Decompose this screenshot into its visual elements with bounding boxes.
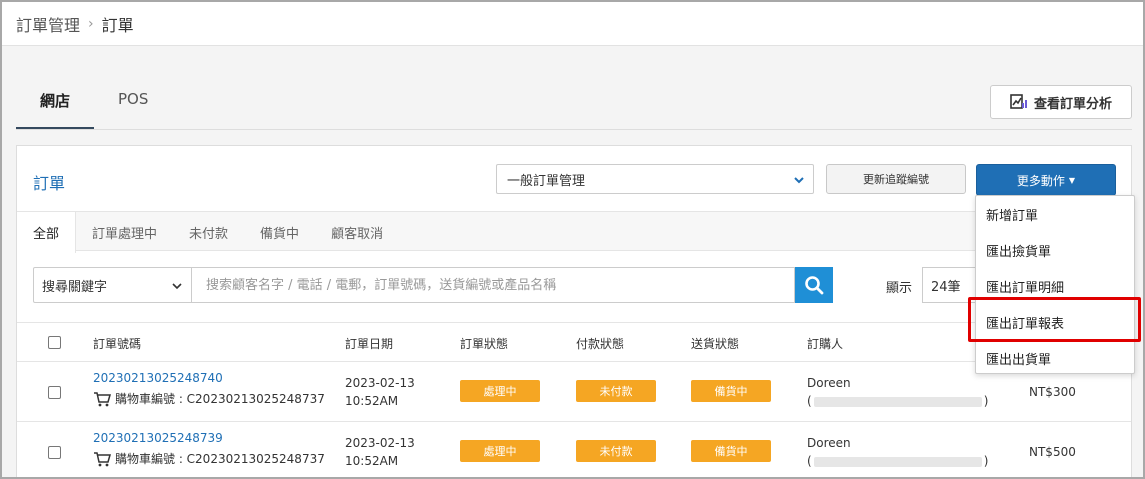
- orders-panel: 訂單 一般訂單管理 更新追蹤編號 更多動作 ▼ 全部 訂單處理中 未付款 備貨中…: [16, 145, 1132, 477]
- header-order-status: 訂單狀態: [460, 337, 509, 351]
- customer-name: Doreen: [807, 376, 851, 390]
- breadcrumb-separator-icon: ›: [88, 15, 94, 32]
- order-date-time: 10:52AM: [345, 454, 399, 468]
- tabs-divider: [16, 129, 1132, 130]
- menu-item-export-shipping-list[interactable]: 匯出出貨單: [976, 340, 1134, 376]
- view-order-analysis-label: 查看訂單分析: [1033, 96, 1112, 112]
- order-status-badge: 處理中: [460, 380, 540, 402]
- tab-unpaid[interactable]: 未付款: [173, 212, 244, 252]
- payment-status-badge: 未付款: [576, 440, 656, 462]
- paren-open: (: [807, 454, 812, 468]
- header-order-date: 訂單日期: [345, 337, 394, 351]
- paren-close: ): [983, 394, 989, 408]
- shipping-status-badge: 備貨中: [691, 440, 771, 462]
- breadcrumb-current: 訂單: [101, 15, 134, 35]
- payment-status-badge: 未付款: [576, 380, 656, 402]
- search-type-select[interactable]: 搜尋關鍵字: [33, 267, 192, 303]
- order-date: 2023-02-13 10:52AM: [345, 374, 415, 410]
- order-amount: NT$500: [1029, 445, 1076, 459]
- breadcrumb-parent[interactable]: 訂單管理: [16, 12, 80, 36]
- customer-cell: Doreen (): [807, 374, 988, 410]
- table-row: 20230213025248739 購物車編號 : C2023021302524…: [17, 422, 1131, 477]
- row-checkbox[interactable]: [48, 386, 61, 399]
- order-amount: NT$300: [1029, 385, 1076, 399]
- paren-open: (: [807, 394, 812, 408]
- redacted-contact: [813, 396, 982, 407]
- app-frame: 訂單管理 › 訂單 網店 POS 查看訂單分析 訂單 一般訂單管理 更新追蹤編號…: [0, 0, 1145, 479]
- menu-item-export-order-report[interactable]: 匯出訂單報表: [976, 304, 1134, 340]
- order-mode-select[interactable]: 一般訂單管理: [496, 164, 814, 194]
- channel-tabs: 網店 POS: [16, 82, 172, 130]
- more-actions-label: 更多動作: [1016, 173, 1065, 188]
- header-shipping-status: 送貨狀態: [691, 337, 740, 351]
- cart-number: 購物車編號 : C20230213025248737: [93, 450, 325, 467]
- chart-icon: [1010, 94, 1027, 109]
- order-date-day: 2023-02-13: [345, 436, 415, 450]
- tab-online-store[interactable]: 網店: [16, 82, 95, 130]
- order-number-link[interactable]: 20230213025248740: [93, 371, 223, 385]
- order-date-day: 2023-02-13: [345, 376, 415, 390]
- status-tabs: 全部 訂單處理中 未付款 備貨中 顧客取消: [17, 211, 1131, 253]
- cart-number-text: 購物車編號 : C20230213025248737: [115, 452, 325, 466]
- cart-icon: [94, 391, 111, 406]
- more-actions-button[interactable]: 更多動作 ▼: [976, 164, 1116, 196]
- order-date-time: 10:52AM: [345, 394, 399, 408]
- update-tracking-button[interactable]: 更新追蹤編號: [826, 164, 966, 194]
- table-header: 訂單號碼 訂單日期 訂單狀態 付款狀態 送貨狀態 訂購人: [17, 322, 1131, 362]
- search-button[interactable]: [795, 267, 833, 303]
- paren-close: ): [983, 454, 989, 468]
- order-number-link[interactable]: 20230213025248739: [93, 431, 223, 445]
- customer-contact: (): [807, 392, 988, 410]
- menu-item-new-order[interactable]: 新增訂單: [976, 196, 1134, 232]
- customer-name: Doreen: [807, 436, 851, 450]
- tab-all[interactable]: 全部: [17, 212, 77, 253]
- row-checkbox[interactable]: [48, 446, 61, 459]
- redacted-contact: [813, 456, 982, 467]
- search-type-value: 搜尋關鍵字: [42, 279, 108, 295]
- view-order-analysis-button[interactable]: 查看訂單分析: [990, 85, 1132, 119]
- search-icon: [805, 276, 824, 295]
- select-all-checkbox[interactable]: [48, 336, 61, 349]
- customer-contact: (): [807, 452, 988, 470]
- header-customer: 訂購人: [807, 337, 844, 351]
- order-date: 2023-02-13 10:52AM: [345, 434, 415, 470]
- tab-cancelled[interactable]: 顧客取消: [315, 212, 399, 252]
- chevron-down-icon: [794, 177, 804, 184]
- tab-preparing[interactable]: 備貨中: [244, 212, 315, 252]
- page-size-label: 顯示: [886, 281, 913, 296]
- more-actions-menu: 新增訂單 匯出撿貨單 匯出訂單明細 匯出訂單報表 匯出出貨單: [975, 195, 1135, 374]
- header-payment-status: 付款狀態: [576, 337, 625, 351]
- panel-title: 訂單: [33, 174, 66, 193]
- cart-number: 購物車編號 : C20230213025248737: [93, 390, 325, 407]
- search-input[interactable]: [192, 267, 795, 303]
- search-bar: 搜尋關鍵字: [33, 267, 833, 303]
- header-order-no: 訂單號碼: [93, 337, 142, 351]
- cart-number-text: 購物車編號 : C20230213025248737: [115, 392, 325, 406]
- breadcrumb: 訂單管理 › 訂單: [2, 2, 1143, 46]
- menu-item-export-order-details[interactable]: 匯出訂單明細: [976, 268, 1134, 304]
- caret-down-icon: ▼: [1068, 175, 1076, 185]
- tab-pos[interactable]: POS: [94, 82, 172, 130]
- customer-cell: Doreen (): [807, 434, 988, 470]
- shipping-status-badge: 備貨中: [691, 380, 771, 402]
- menu-item-export-picking-list[interactable]: 匯出撿貨單: [976, 232, 1134, 268]
- tab-processing[interactable]: 訂單處理中: [76, 212, 173, 252]
- order-mode-value: 一般訂單管理: [507, 173, 586, 189]
- cart-icon: [94, 451, 111, 466]
- chevron-down-icon: [172, 283, 182, 290]
- table-row: 20230213025248740 購物車編號 : C2023021302524…: [17, 362, 1131, 422]
- order-status-badge: 處理中: [460, 440, 540, 462]
